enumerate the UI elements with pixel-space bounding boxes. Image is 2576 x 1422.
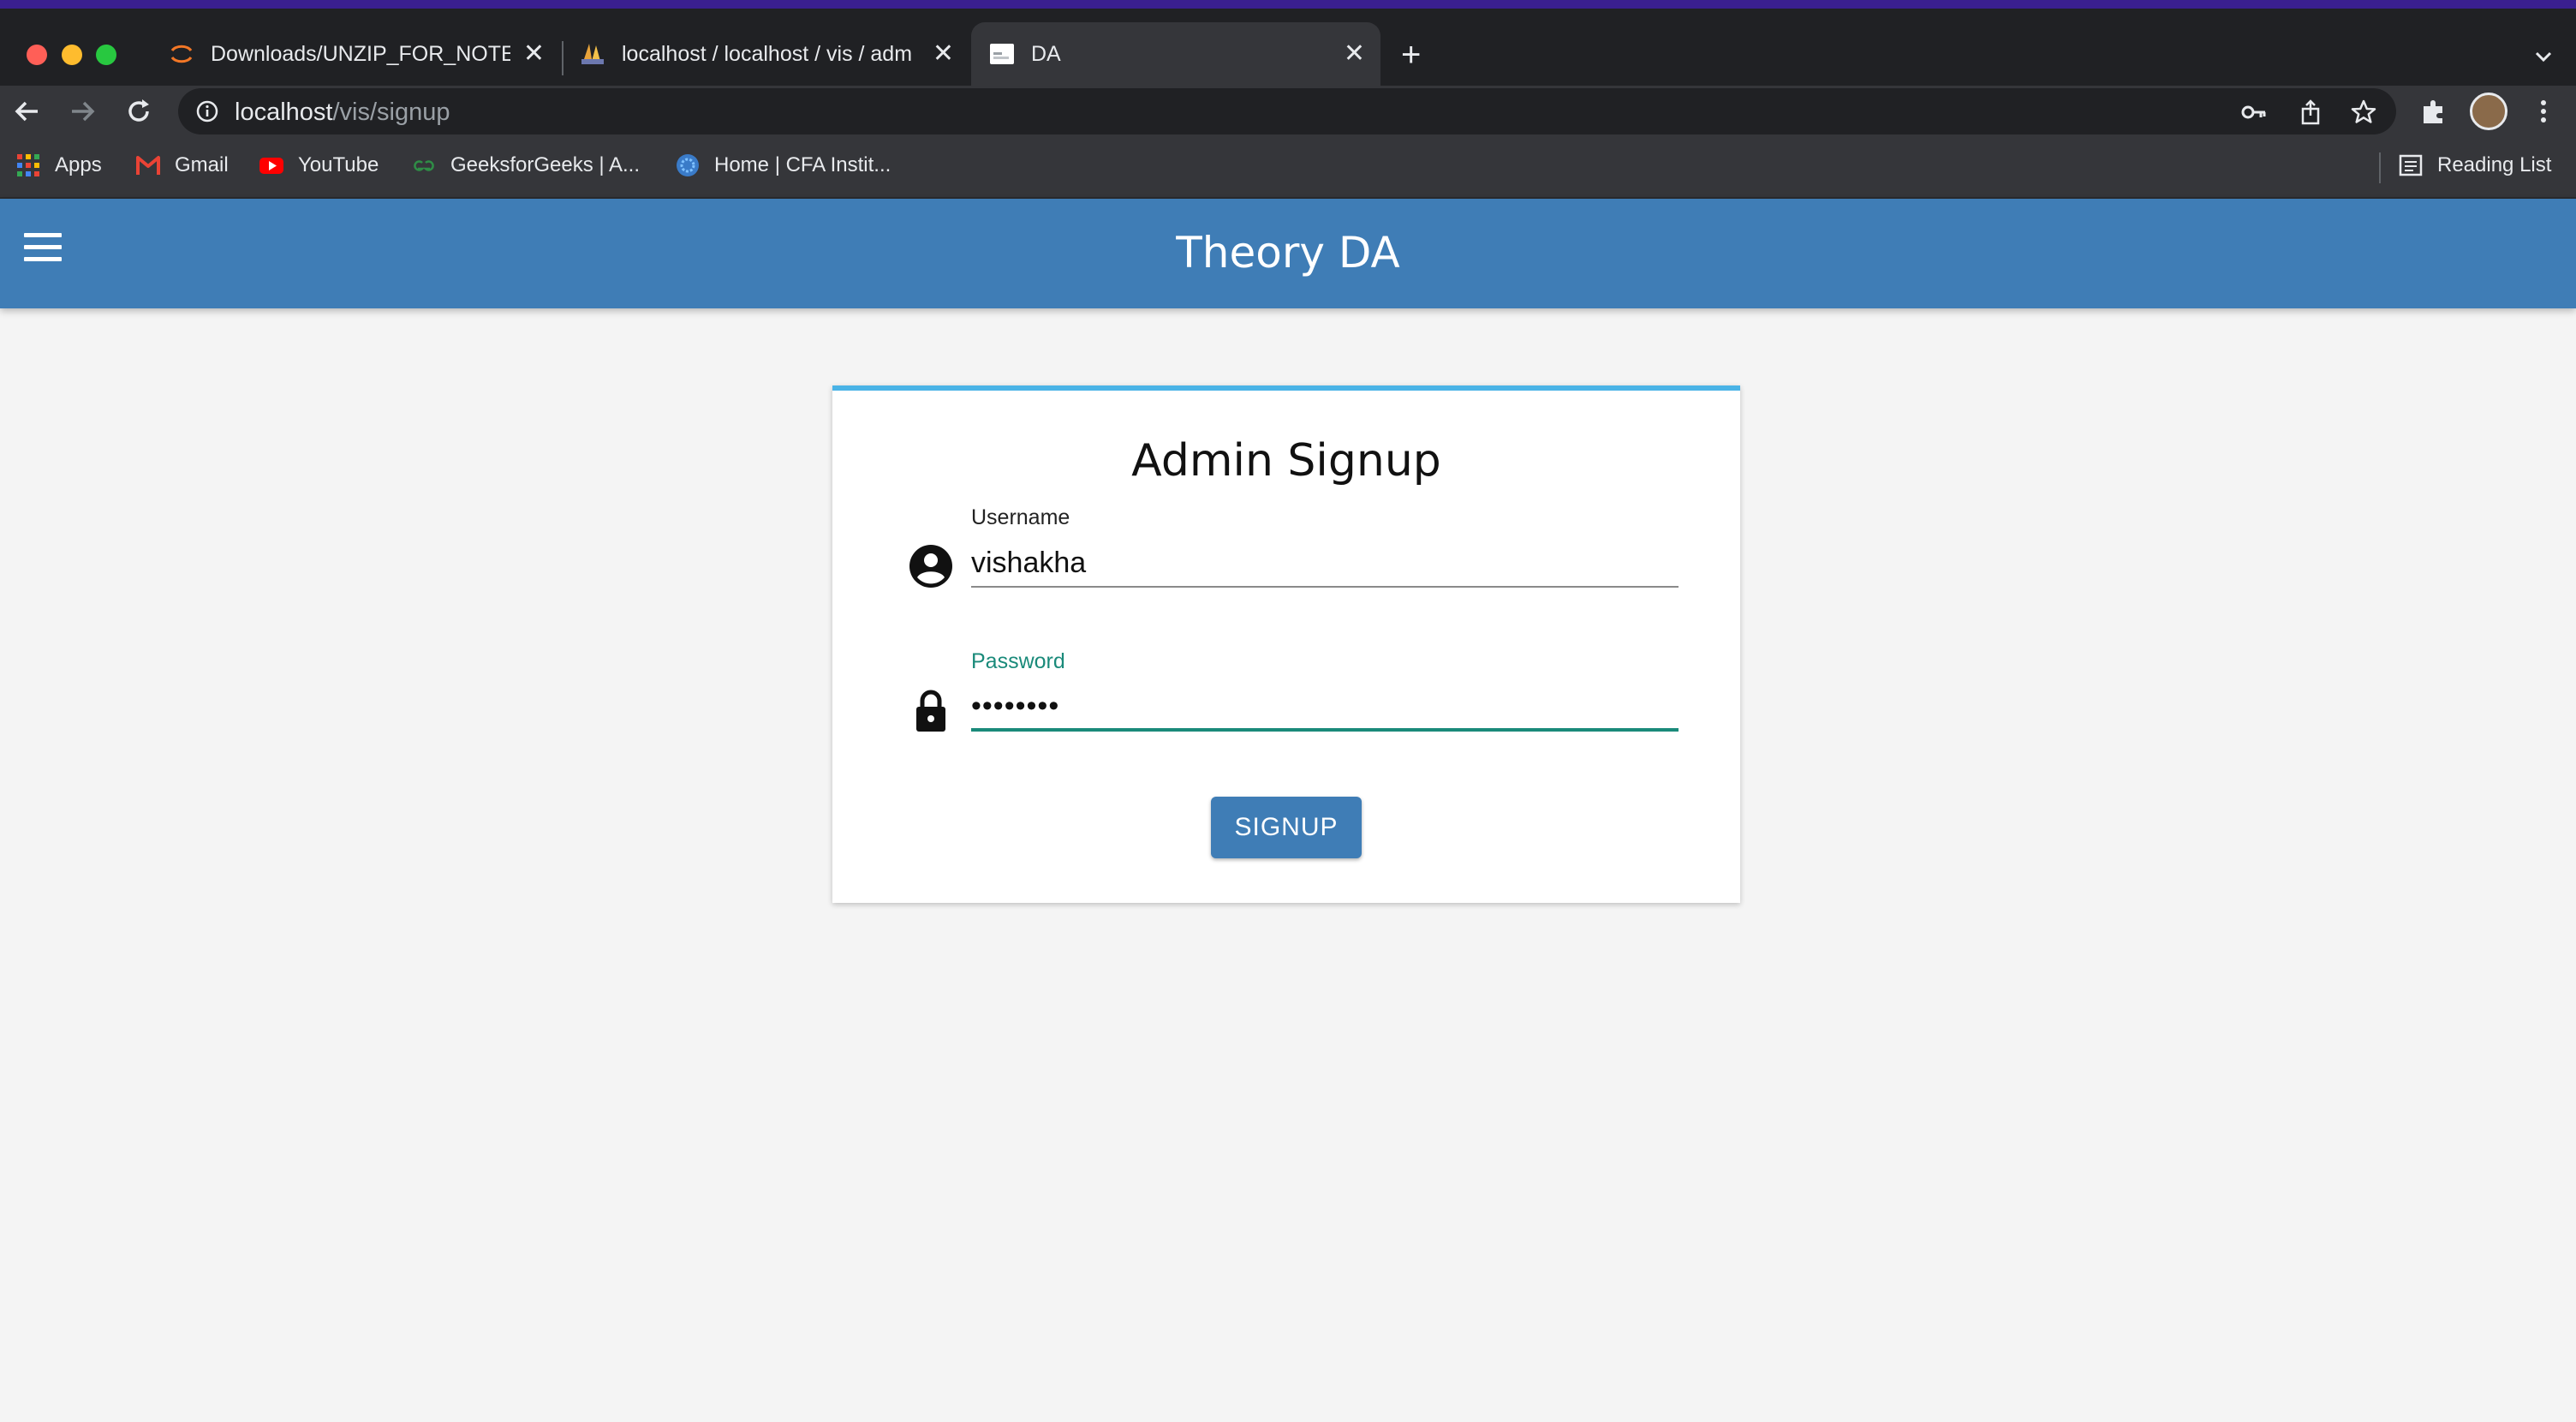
bookmark-geeksforgeeks[interactable]: GeeksforGeeks | A... (411, 152, 640, 178)
form-title: Admin Signup (1131, 435, 1441, 487)
tab-jupyter[interactable]: Downloads/UNZIP_FOR_NOTE ✕ (168, 22, 560, 86)
bookmarks-bar: Apps Gmail YouTube GeeksforGeeks | A... (0, 137, 2576, 199)
tab-close-button[interactable]: ✕ (933, 41, 954, 67)
tab-title: Downloads/UNZIP_FOR_NOTE (211, 41, 510, 66)
maximize-window-button[interactable] (96, 45, 116, 65)
minimize-window-button[interactable] (62, 45, 82, 65)
url-host: localhost (235, 99, 333, 126)
extensions-puzzle-icon[interactable] (2418, 96, 2449, 127)
signup-button[interactable]: SIGNUP (1211, 797, 1362, 858)
app-header: Theory DA (0, 199, 2576, 308)
signup-card: Admin Signup Username Password SIGNUP (832, 385, 1740, 903)
share-icon[interactable] (2297, 99, 2324, 126)
back-arrow-icon[interactable] (12, 96, 43, 127)
url-text: localhost/vis/signup (235, 99, 450, 127)
reading-list-icon (2399, 154, 2423, 176)
new-tab-button[interactable]: + (1401, 38, 1421, 72)
app-title: Theory DA (1176, 228, 1400, 278)
window-top-edge (0, 0, 2576, 9)
bookmark-cfa[interactable]: Home | CFA Instit... (675, 152, 891, 178)
chevron-down-icon[interactable] (2531, 45, 2555, 69)
url-path: /vis/signup (332, 99, 450, 126)
youtube-icon (259, 158, 283, 174)
account-circle-icon (909, 545, 952, 588)
key-icon[interactable] (2240, 99, 2268, 126)
bookmark-youtube[interactable]: YouTube (259, 152, 379, 178)
gmail-icon (136, 156, 160, 175)
bookmark-gmail[interactable]: Gmail (135, 152, 229, 178)
bookmarks-separator (2379, 152, 2381, 183)
bookmark-label: Apps (55, 153, 102, 176)
password-input[interactable] (971, 684, 1679, 732)
bookmark-label: GeeksforGeeks | A... (450, 153, 640, 176)
tab-phpmyadmin[interactable]: localhost / localhost / vis / adm ✕ (579, 22, 969, 86)
tab-close-button[interactable]: ✕ (523, 41, 545, 67)
tab-title: localhost / localhost / vis / adm (622, 41, 913, 66)
bookmark-label: Gmail (175, 153, 229, 176)
tab-close-button[interactable]: ✕ (1344, 41, 1365, 67)
username-label: Username (971, 505, 1070, 529)
info-icon[interactable] (195, 99, 219, 123)
phpmyadmin-icon (581, 44, 604, 64)
tab-title: DA (1031, 41, 1061, 66)
close-window-button[interactable] (27, 45, 47, 65)
address-bar[interactable]: localhost/vis/signup (178, 88, 2396, 134)
reading-list-label: Reading List (2437, 153, 2552, 176)
lock-icon (916, 690, 945, 732)
more-vertical-icon[interactable] (2528, 96, 2559, 127)
reading-list-button[interactable]: Reading List (2398, 152, 2551, 178)
tab-separator (562, 41, 564, 75)
username-input[interactable] (971, 540, 1679, 588)
bookmark-label: YouTube (298, 153, 379, 176)
bookmark-label: Home | CFA Instit... (714, 153, 891, 176)
bookmark-apps[interactable]: Apps (15, 152, 102, 178)
tab-da[interactable]: DA ✕ (971, 22, 1380, 86)
browser-toolbar: localhost/vis/signup (0, 86, 2576, 137)
tab-bar: Downloads/UNZIP_FOR_NOTE ✕ localhost / l… (0, 9, 2576, 86)
apps-grid-icon (17, 154, 39, 176)
geeksforgeeks-icon (414, 160, 434, 171)
star-icon[interactable] (2350, 99, 2377, 126)
browser-window: Downloads/UNZIP_FOR_NOTE ✕ localhost / l… (0, 0, 2576, 1422)
jupyter-icon (170, 45, 193, 63)
password-label: Password (971, 649, 1065, 673)
reload-icon[interactable] (123, 96, 154, 127)
cfa-icon (677, 154, 699, 176)
page-icon (990, 44, 1014, 64)
forward-arrow-icon[interactable] (67, 96, 98, 127)
profile-avatar[interactable] (2470, 93, 2507, 130)
